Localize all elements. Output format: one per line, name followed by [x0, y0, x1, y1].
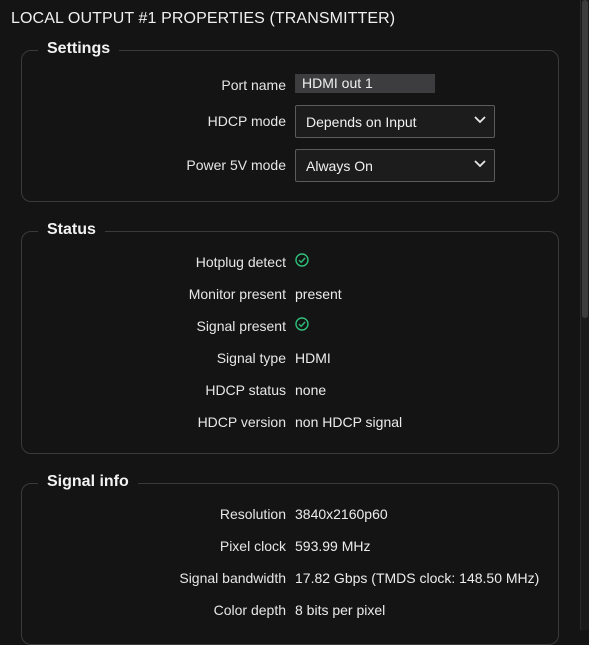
hdcp-status-value: none [295, 382, 327, 398]
signal-type-value: HDMI [295, 350, 331, 366]
hdcp-status-row: HDCP status none [22, 378, 558, 402]
power-5v-row: Power 5V mode Always On [22, 149, 558, 182]
color-depth-value: 8 bits per pixel [295, 602, 386, 618]
resolution-value: 3840x2160p60 [295, 506, 388, 522]
port-name-input[interactable] [295, 74, 435, 93]
hdcp-mode-value: Depends on Input [306, 114, 417, 130]
hotplug-row: Hotplug detect [22, 250, 558, 274]
check-circle-icon [295, 253, 309, 267]
check-circle-icon [295, 317, 309, 331]
bandwidth-row: Signal bandwidth 17.82 Gbps (TMDS clock:… [22, 566, 558, 590]
pixel-clock-label: Pixel clock [219, 538, 286, 554]
signal-info-legend: Signal info [38, 473, 138, 491]
scrollbar[interactable] [580, 0, 589, 630]
panel-title: LOCAL OUTPUT #1 PROPERTIES (TRANSMITTER) [11, 10, 396, 27]
color-depth-row: Color depth 8 bits per pixel [22, 598, 558, 622]
hotplug-label: Hotplug detect [195, 254, 286, 270]
port-name-row: Port name [22, 73, 558, 97]
scrollbar-thumb[interactable] [582, 0, 588, 318]
port-name-label: Port name [221, 77, 286, 93]
signal-type-label: Signal type [216, 350, 286, 366]
settings-legend: Settings [38, 40, 120, 58]
pixel-clock-value: 593.99 MHz [295, 538, 371, 554]
bandwidth-label: Signal bandwidth [179, 570, 286, 586]
signal-present-label: Signal present [196, 318, 286, 334]
monitor-label: Monitor present [188, 286, 286, 302]
hdcp-version-label: HDCP version [197, 414, 286, 430]
hdcp-version-row: HDCP version non HDCP signal [22, 410, 558, 434]
signal-info-group: Signal info Resolution 3840x2160p60 Pixe… [21, 473, 559, 645]
status-group: Status Hotplug detect Monitor present pr… [21, 221, 559, 454]
hdcp-mode-row: HDCP mode Depends on Input [22, 105, 558, 138]
power-5v-label: Power 5V mode [186, 157, 286, 173]
monitor-value: present [295, 286, 342, 302]
hdcp-version-value: non HDCP signal [295, 414, 403, 430]
signal-present-row: Signal present [22, 314, 558, 338]
hdcp-status-label: HDCP status [205, 382, 286, 398]
hdcp-mode-select[interactable]: Depends on Input [295, 105, 495, 138]
settings-group: Settings Port name HDCP mode Depends on … [21, 40, 559, 202]
resolution-label: Resolution [219, 506, 286, 522]
power-5v-select[interactable]: Always On [295, 149, 495, 182]
status-legend: Status [38, 221, 105, 239]
signal-type-row: Signal type HDMI [22, 346, 558, 370]
power-5v-value: Always On [306, 158, 373, 174]
chevron-down-icon [474, 116, 486, 124]
color-depth-label: Color depth [213, 602, 286, 618]
pixel-clock-row: Pixel clock 593.99 MHz [22, 534, 558, 558]
hdcp-mode-label: HDCP mode [207, 113, 286, 129]
chevron-down-icon [474, 160, 486, 168]
bandwidth-value: 17.82 Gbps (TMDS clock: 148.50 MHz) [295, 570, 540, 586]
resolution-row: Resolution 3840x2160p60 [22, 502, 558, 526]
monitor-row: Monitor present present [22, 282, 558, 306]
